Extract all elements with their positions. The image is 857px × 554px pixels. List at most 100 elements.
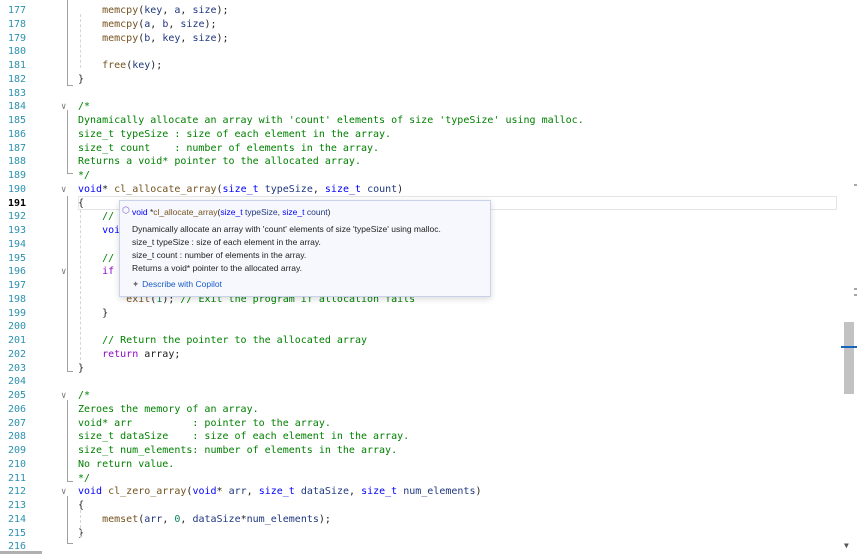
code-text: memset(arr, 0, dataSize*num_elements);	[78, 513, 331, 527]
code-token: size_t	[324, 183, 362, 195]
code-line[interactable]: 182}	[0, 73, 841, 87]
code-text: free(key);	[78, 59, 162, 73]
describe-with-copilot-link[interactable]: ✦ Describe with Copilot	[132, 279, 222, 290]
code-text: //	[78, 210, 114, 224]
code-line[interactable]: 184 ∨ /*	[0, 100, 841, 114]
collapse-chevron-icon[interactable]: ∨	[61, 485, 66, 499]
line-number: 204	[7, 376, 26, 388]
code-text: /*	[78, 100, 90, 114]
code-line[interactable]: 189 */	[0, 169, 841, 183]
collapse-chevron-icon[interactable]: ∨	[61, 265, 66, 279]
code-token: );	[150, 60, 163, 71]
quick-info-tooltip: ⬡ void *cl_allocate_array(size_t typeSiz…	[119, 200, 491, 297]
line-number: 206	[7, 403, 26, 415]
code-token: size_t count : number of elements in the…	[78, 142, 380, 154]
scrollbar-thumb[interactable]	[844, 322, 854, 394]
code-line[interactable]: 215}	[0, 527, 841, 541]
code-line[interactable]: 212 ∨ void cl_zero_array(void* arr, size_t…	[0, 485, 841, 499]
code-token: }	[78, 362, 85, 374]
code-token: ,	[150, 18, 163, 30]
line-number: 187	[7, 142, 26, 154]
code-text: memcpy(key, a, size);	[78, 4, 228, 18]
code-token: size	[180, 18, 205, 30]
code-line[interactable]: 188 Returns a void* pointer to the alloca…	[0, 155, 841, 169]
collapse-chevron-icon[interactable]: ∨	[61, 100, 66, 114]
code-line[interactable]: 211 */	[0, 472, 841, 486]
code-line[interactable]: 208 size_t dataSize : size of each elemen…	[0, 430, 841, 444]
code-token: Dynamically allocate an array with 'coun…	[78, 115, 584, 126]
collapse-chevron-icon[interactable]: ∨	[61, 183, 66, 197]
code-text: size_t count : number of elements in the…	[78, 142, 379, 156]
code-line[interactable]: 204	[0, 375, 841, 389]
code-line[interactable]: 187 size_t count : number of elements in …	[0, 142, 841, 156]
scroll-down-arrow-icon[interactable]: ▼	[844, 542, 849, 550]
code-text: Dynamically allocate an array with 'coun…	[78, 114, 584, 128]
code-line[interactable]: 206 Zeroes the memory of an array.	[0, 403, 841, 417]
sig-param-1: typeSize	[242, 207, 278, 217]
code-token: cl_zero_array	[108, 486, 187, 498]
code-text: void cl_zero_array(void* arr, size_t dat…	[78, 485, 482, 499]
tooltip-signature: void *cl_allocate_array(size_t typeSize,…	[132, 207, 331, 217]
code-token: */	[78, 170, 91, 181]
code-line[interactable]: 209 size_t num_elements: number of elemen…	[0, 444, 841, 458]
code-token: num_elements	[403, 486, 476, 498]
code-line[interactable]: 181 free(key);	[0, 59, 841, 73]
code-line[interactable]: 179 memcpy(b, key, size);	[0, 32, 841, 46]
line-number: 198	[7, 293, 26, 305]
code-token: size	[192, 32, 217, 44]
line-number: 215	[7, 527, 26, 539]
code-line[interactable]: 178 memcpy(a, b, size);	[0, 18, 841, 32]
code-line[interactable]: 201 // Return the pointer to the allocat…	[0, 334, 841, 348]
code-line[interactable]: 199 }	[0, 307, 841, 321]
code-text: if	[78, 265, 114, 279]
code-line[interactable]: 210 No return value.	[0, 458, 841, 472]
indent-guide	[80, 510, 82, 538]
code-line[interactable]: 183	[0, 87, 841, 101]
tooltip-doc-line: Dynamically allocate an array with 'coun…	[132, 224, 441, 234]
code-line[interactable]: 214 memset(arr, 0, dataSize*num_elements…	[0, 513, 841, 527]
code-token: );	[318, 513, 331, 525]
code-token: key	[162, 32, 181, 44]
fold-guide	[67, 110, 68, 174]
line-number: 179	[7, 32, 26, 44]
code-line[interactable]: 200	[0, 320, 841, 334]
code-editor[interactable]: 177 memcpy(key, a, size); 178 memcpy(a, b…	[0, 0, 841, 554]
sig-function-name[interactable]: cl_allocate_array	[153, 207, 217, 217]
code-token: *	[216, 486, 229, 498]
code-token: // Return the pointer to the allocated a…	[78, 335, 367, 346]
code-token: key	[144, 5, 163, 16]
code-token: ,	[312, 183, 325, 195]
vertical-scrollbar[interactable]: ▼	[841, 0, 857, 554]
tooltip-doc-line: size_t count : number of elements in the…	[132, 250, 307, 260]
code-line[interactable]: 186 size_t typeSize : size of each elemen…	[0, 128, 841, 142]
code-text: size_t num_elements: number of elements …	[78, 444, 397, 458]
line-number: 213	[7, 500, 26, 511]
line-number: 185	[7, 115, 26, 126]
line-number: 188	[7, 156, 26, 168]
indent-guide	[80, 14, 82, 68]
code-line[interactable]: 177 memcpy(key, a, size);	[0, 4, 841, 18]
line-number: 180	[7, 46, 26, 58]
code-line[interactable]: 185 Dynamically allocate an array with 'c…	[0, 114, 841, 128]
code-line[interactable]: 203}	[0, 362, 841, 376]
code-token: memcpy	[102, 18, 139, 30]
code-token: memset	[102, 513, 139, 525]
code-line[interactable]: 207 void* arr : pointer to the array.	[0, 417, 841, 431]
fold-guide	[67, 0, 68, 86]
code-token: No return value.	[78, 458, 175, 470]
code-line[interactable]: 202 return array;	[0, 348, 841, 362]
code-line[interactable]: 190 ∨ void* cl_allocate_array(size_t typeS…	[0, 183, 841, 197]
code-text: Returns a void* pointer to the allocated…	[78, 155, 361, 169]
line-number: 197	[7, 280, 26, 291]
code-token: size_t typeSize : size of each element i…	[78, 128, 392, 140]
line-number: 210	[7, 458, 26, 470]
code-token: size_t	[258, 486, 295, 498]
code-line[interactable]: 213{	[0, 499, 841, 513]
code-text: }	[78, 73, 84, 87]
code-line[interactable]: 180	[0, 45, 841, 59]
code-line[interactable]: 205 ∨ /*	[0, 389, 841, 403]
code-line[interactable]: 216	[0, 540, 841, 554]
line-number: 178	[7, 18, 26, 30]
collapse-chevron-icon[interactable]: ∨	[61, 389, 66, 403]
code-text: No return value.	[78, 458, 174, 472]
